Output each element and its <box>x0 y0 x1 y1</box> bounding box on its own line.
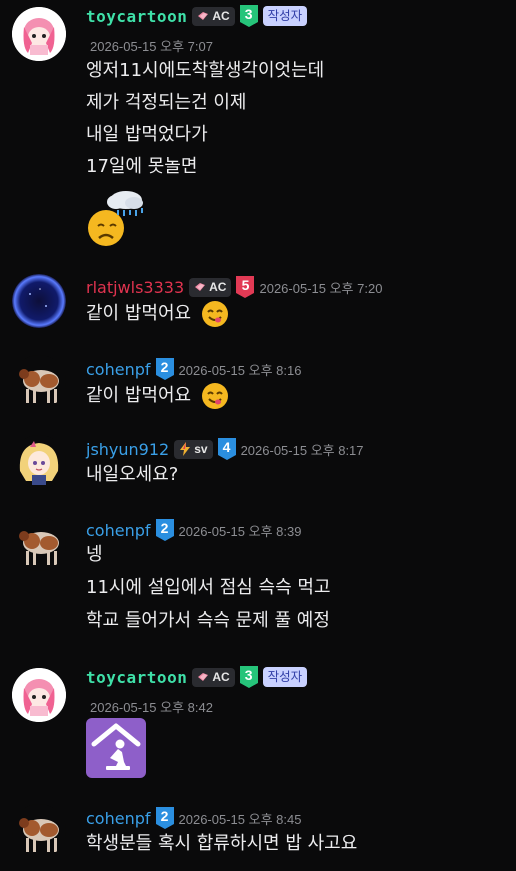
author-badge: 작성자 <box>262 6 308 26</box>
message-text: 제가 걱정되는건 이제 <box>86 92 247 113</box>
message-text: 학생분들 혹시 합류하시면 밥 사고요 <box>86 833 358 854</box>
message-text: 같이 밥먹어요 <box>86 382 229 409</box>
heart-gem-icon <box>195 283 206 291</box>
level-badge: 5 <box>236 276 255 298</box>
yum-face-emoji <box>201 301 228 327</box>
sweating-rain-cloud-emoji <box>88 191 143 246</box>
level-badge: 2 <box>155 519 174 541</box>
ac-badge: AC <box>189 277 232 297</box>
message-text: 내일오세요? <box>86 464 179 485</box>
username[interactable]: cohenpf <box>86 360 151 379</box>
username[interactable]: jshyun912 <box>86 440 169 459</box>
avatar[interactable] <box>12 668 66 722</box>
lightning-icon <box>180 442 191 456</box>
ac-badge: AC <box>192 6 235 26</box>
shelter-kneeling-sticker-icon <box>86 718 146 778</box>
message-text: 같이 밥먹어요 <box>86 300 229 327</box>
avatar[interactable] <box>12 804 66 858</box>
avatar[interactable] <box>12 7 66 61</box>
timestamp: 2026-05-15 오후 8:39 <box>178 523 302 539</box>
avatar[interactable] <box>12 274 66 328</box>
timestamp: 2026-05-15 오후 8:45 <box>178 811 302 827</box>
avatar[interactable] <box>12 517 66 571</box>
message-text: 엥저11시에도착할생각이엇는데 <box>86 60 325 81</box>
level-badge: 4 <box>217 438 236 460</box>
level-badge: 3 <box>239 5 258 27</box>
timestamp: 2026-05-15 오후 8:42 <box>90 700 213 715</box>
username[interactable]: rlatjwls3333 <box>86 278 184 297</box>
heart-gem-icon <box>198 673 209 681</box>
author-badge: 작성자 <box>262 667 308 687</box>
sv-badge: sv <box>174 439 213 459</box>
avatar[interactable] <box>12 435 66 489</box>
username[interactable]: toycartoon <box>86 668 187 687</box>
username[interactable]: toycartoon <box>86 7 187 26</box>
username[interactable]: cohenpf <box>86 521 151 540</box>
message-text: 넹 <box>86 544 103 565</box>
username[interactable]: cohenpf <box>86 809 151 828</box>
level-badge: 2 <box>155 807 174 829</box>
heart-gem-icon <box>198 12 209 20</box>
timestamp: 2026-05-15 오후 7:20 <box>259 280 383 296</box>
level-badge: 2 <box>155 358 174 380</box>
message-text: 내일 밥먹었다가 <box>86 124 208 145</box>
timestamp: 2026-05-15 오후 8:17 <box>240 442 364 458</box>
timestamp: 2026-05-15 오후 8:16 <box>178 362 302 378</box>
timestamp: 2026-05-15 오후 7:07 <box>90 39 213 54</box>
avatar[interactable] <box>12 355 66 409</box>
yum-face-emoji <box>201 383 228 409</box>
level-badge: 3 <box>239 666 258 688</box>
message-text: 11시에 설입에서 점심 슥슥 먹고 <box>86 577 331 598</box>
message-text: 17일에 못놀면 <box>86 156 198 177</box>
message-text: 학교 들어가서 슥슥 문제 풀 예정 <box>86 610 330 631</box>
ac-badge: AC <box>192 667 235 687</box>
